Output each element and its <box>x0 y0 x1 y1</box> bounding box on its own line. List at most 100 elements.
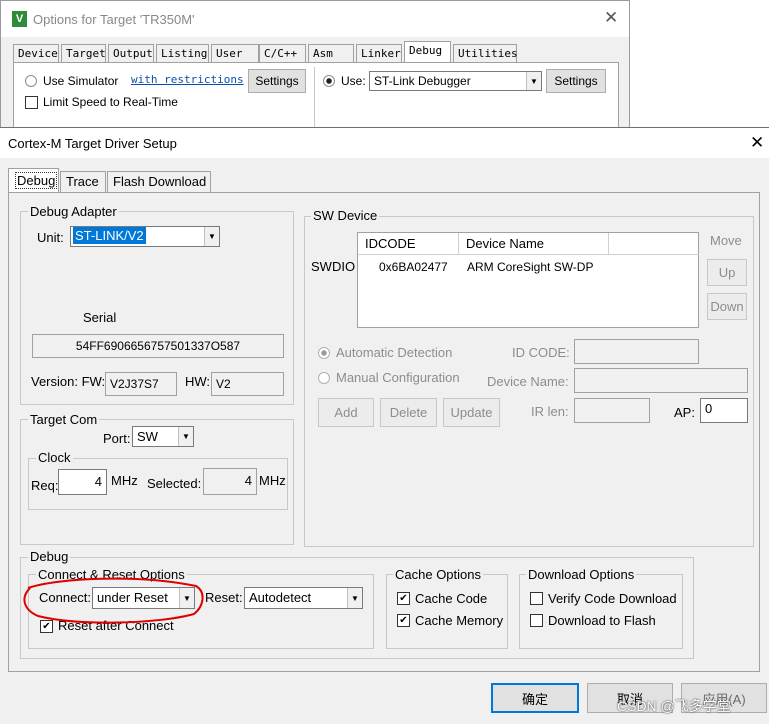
tab-device[interactable]: Device <box>13 44 59 62</box>
sw-device-table: IDCODE Device Name 0x6BA02477 ARM CoreSi… <box>357 232 699 328</box>
back-divider <box>314 67 315 131</box>
tab-asm[interactable]: Asm <box>308 44 354 62</box>
tab-debug-label: Debug <box>15 172 58 189</box>
req-label: Req: <box>31 478 59 493</box>
tab-trace[interactable]: Trace <box>60 171 106 192</box>
cache-options-title: Cache Options <box>393 567 483 582</box>
use-simulator-radio[interactable] <box>25 75 37 87</box>
download-flash-label: Download to Flash <box>548 613 656 628</box>
tab-debug[interactable]: Debug <box>8 168 59 193</box>
id-code-label: ID CODE: <box>512 345 570 360</box>
unit-select-value: ST-LINK/V2 <box>73 227 146 244</box>
sw-device-title: SW Device <box>311 208 380 223</box>
serial-field: 54FF6906656757501337O587 <box>32 334 284 358</box>
req-unit-label: MHz <box>111 473 138 488</box>
verify-code-label: Verify Code Download <box>548 591 677 606</box>
update-button[interactable]: Update <box>443 398 500 427</box>
settings-right-button[interactable]: Settings <box>546 69 606 93</box>
verify-code-checkbox[interactable] <box>530 592 543 605</box>
swdio-label: SWDIO <box>311 259 356 274</box>
selected-unit-label: MHz <box>259 473 286 488</box>
automatic-detection-radio[interactable] <box>318 347 330 359</box>
close-icon[interactable]: ✕ <box>750 133 764 153</box>
automatic-detection-label: Automatic Detection <box>336 345 453 360</box>
tab-debug[interactable]: Debug <box>404 41 451 63</box>
hw-label: HW: <box>185 374 211 389</box>
column-header-device-name[interactable]: Device Name <box>459 233 609 255</box>
table-row[interactable]: 0x6BA02477 ARM CoreSight SW-DP <box>358 257 698 277</box>
tab-c-cpp[interactable]: C/C++ <box>259 44 306 62</box>
ap-label: AP: <box>674 405 695 420</box>
cache-memory-checkbox[interactable]: ✔ <box>397 614 410 627</box>
chevron-down-icon: ▼ <box>178 427 193 446</box>
limit-speed-checkbox[interactable] <box>25 96 38 109</box>
tab-listing[interactable]: Listing <box>156 44 209 62</box>
cache-code-label: Cache Code <box>415 591 488 606</box>
options-window: V Options for Target 'TR350M' ✕ Device T… <box>0 0 630 132</box>
download-flash-checkbox[interactable] <box>530 614 543 627</box>
ap-input[interactable]: 0 <box>700 398 748 423</box>
manual-configuration-label: Manual Configuration <box>336 370 460 385</box>
column-header-empty <box>609 233 699 255</box>
use-simulator-label: Use Simulator <box>43 74 119 88</box>
close-icon[interactable]: ✕ <box>604 8 618 28</box>
watermark: CSDN @飞多学堂 <box>617 698 731 714</box>
manual-configuration-radio[interactable] <box>318 372 330 384</box>
reset-label: Reset: <box>205 590 243 605</box>
cache-code-checkbox[interactable]: ✔ <box>397 592 410 605</box>
version-fw-label: Version: FW: <box>31 374 106 389</box>
ir-len-label: IR len: <box>531 404 569 419</box>
debugger-select-value: ST-Link Debugger <box>374 74 471 88</box>
tab-flash-download[interactable]: Flash Download <box>107 171 211 192</box>
row-idcode: 0x6BA02477 <box>379 260 448 274</box>
options-title-bar: V Options for Target 'TR350M' ✕ <box>1 1 629 37</box>
unit-select[interactable]: ST-LINK/V2 ▼ <box>70 226 220 247</box>
selected-label: Selected: <box>147 476 202 491</box>
settings-left-button[interactable]: Settings <box>248 69 306 93</box>
tab-user[interactable]: User <box>211 44 259 62</box>
port-label: Port: <box>103 431 131 446</box>
annotation-ellipse <box>23 577 204 624</box>
tab-target[interactable]: Target <box>61 44 106 62</box>
chevron-down-icon: ▼ <box>347 588 362 608</box>
req-input[interactable]: 4 <box>58 469 107 495</box>
unit-label: Unit: <box>37 230 64 245</box>
debug-section-title: Debug <box>28 549 71 564</box>
target-com-title: Target Com <box>28 412 100 427</box>
row-device-name: ARM CoreSight SW-DP <box>467 260 594 274</box>
chevron-down-icon: ▼ <box>526 72 541 90</box>
download-options-title: Download Options <box>526 567 637 582</box>
serial-label: Serial <box>83 310 117 325</box>
with-restrictions-link[interactable]: with restrictions <box>131 73 244 86</box>
ok-button[interactable]: 确定 <box>491 683 579 713</box>
dialog-title: Cortex-M Target Driver Setup <box>8 136 177 151</box>
keil-app-icon: V <box>12 11 27 27</box>
port-select-value: SW <box>137 429 158 444</box>
tab-output[interactable]: Output <box>108 44 154 62</box>
use-label: Use: <box>341 74 366 88</box>
up-button[interactable]: Up <box>707 259 747 286</box>
clock-title: Clock <box>36 450 73 465</box>
add-button[interactable]: Add <box>318 398 374 427</box>
tab-linker[interactable]: Linker <box>356 44 402 62</box>
options-window-title: Options for Target 'TR350M' <box>33 12 195 27</box>
debugger-select[interactable]: ST-Link Debugger ▼ <box>369 71 542 91</box>
device-name-label: Device Name: <box>487 374 569 389</box>
reset-select-value: Autodetect <box>249 590 312 605</box>
cache-options-group <box>386 574 508 649</box>
device-name-field <box>574 368 748 393</box>
tab-utilities[interactable]: Utilities <box>453 44 518 62</box>
delete-button[interactable]: Delete <box>380 398 437 427</box>
use-debugger-radio[interactable] <box>323 75 335 87</box>
move-label: Move <box>710 233 742 248</box>
debug-adapter-title: Debug Adapter <box>28 204 119 219</box>
ir-len-field <box>574 398 650 423</box>
reset-select[interactable]: Autodetect ▼ <box>244 587 363 609</box>
column-header-idcode[interactable]: IDCODE <box>358 233 459 255</box>
limit-speed-label: Limit Speed to Real-Time <box>43 95 178 109</box>
id-code-field <box>574 339 699 364</box>
port-select[interactable]: SW ▼ <box>132 426 194 447</box>
down-button[interactable]: Down <box>707 293 747 320</box>
download-options-group <box>519 574 683 649</box>
driver-setup-dialog: Cortex-M Target Driver Setup ✕ Debug Tra… <box>0 127 769 724</box>
